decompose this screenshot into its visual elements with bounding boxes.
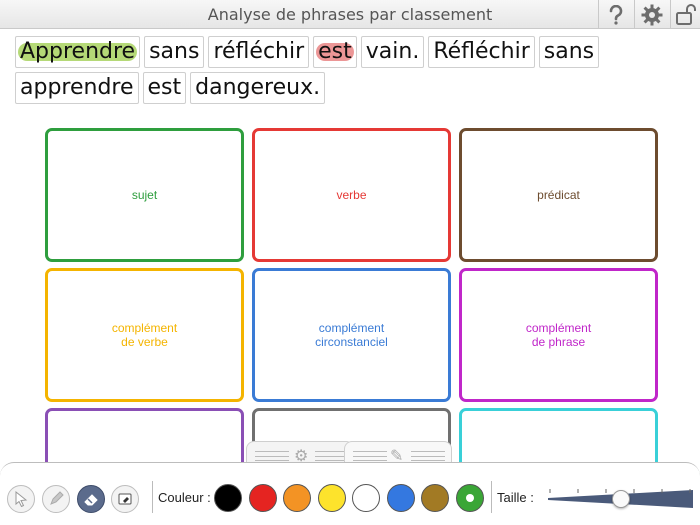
category-label: sujet [131,188,158,202]
color-label: Couleur : [158,490,211,505]
word-text: dangereux. [195,75,321,100]
category-box[interactable]: complément de phrase [459,268,658,402]
selected-indicator [465,494,474,502]
size-label: Taille : [497,490,534,505]
word-tile[interactable]: est [142,72,187,104]
word-text: apprendre [20,75,134,100]
word-tile[interactable]: Apprendre [15,36,141,68]
word-tile[interactable]: sans [144,36,205,68]
category-label: complément circonstanciel [315,321,388,349]
color-swatch[interactable] [214,484,242,512]
category-box[interactable]: verbe [252,128,451,262]
word-tile[interactable]: est [313,36,357,68]
category-box[interactable]: sujet [45,128,244,262]
divider [598,0,599,29]
word-tile[interactable]: Réfléchir [428,36,535,68]
category-box[interactable]: complément circonstanciel [252,268,451,402]
drawing-toolbar: Couleur : Taille : [0,462,700,525]
pointer-icon[interactable] [7,485,35,513]
word-text: est [147,75,182,100]
divider [670,0,671,29]
category-box[interactable]: prédicat [459,128,658,262]
category-box[interactable]: complément de verbe [45,268,244,402]
word-tile[interactable]: dangereux. [190,72,326,104]
category-box[interactable] [459,408,658,468]
question-mark-icon[interactable] [602,2,630,27]
divider [634,0,635,29]
category-box[interactable] [45,408,244,468]
category-grid: sujet verbe prédicat complément de verbe com… [45,128,660,468]
unlock-icon[interactable] [672,2,700,27]
divider [152,481,153,513]
category-label: prédicat [537,188,580,202]
size-slider-thumb[interactable] [611,490,630,508]
word-tile[interactable]: sans [538,36,600,68]
color-swatch[interactable] [421,484,449,512]
word-tile[interactable]: apprendre [15,72,139,104]
word-text: réfléchir [213,39,305,64]
word-tile[interactable]: vain. [360,36,425,68]
color-swatch[interactable] [386,484,415,512]
word-text: est [318,39,352,64]
title-bar: Analyse de phrases par classement [0,0,700,29]
word-text: Apprendre [20,39,136,64]
gear-icon[interactable] [638,2,666,27]
category-label: verbe [336,188,367,202]
clear-icon[interactable] [111,485,139,513]
word-tile[interactable]: réfléchir [208,36,310,68]
color-swatch[interactable] [283,484,311,512]
color-swatch[interactable] [317,484,346,512]
divider [491,481,492,513]
word-text: sans [149,39,200,64]
page-title: Analyse de phrases par classement [207,5,493,24]
sentence: Apprendre sans réfléchir est vain. Réfléchir s… [15,36,605,104]
color-swatch[interactable] [352,484,380,512]
color-swatch[interactable] [248,484,277,512]
word-text: Réfléchir [433,39,530,64]
word-text: sans [543,39,595,64]
highlighter-icon[interactable] [42,485,70,513]
category-label: complément de verbe [111,321,178,349]
color-swatch[interactable] [455,484,484,512]
category-label: complément de phrase [525,321,592,349]
eraser-icon[interactable] [77,485,105,513]
word-text: vain. [365,39,420,64]
